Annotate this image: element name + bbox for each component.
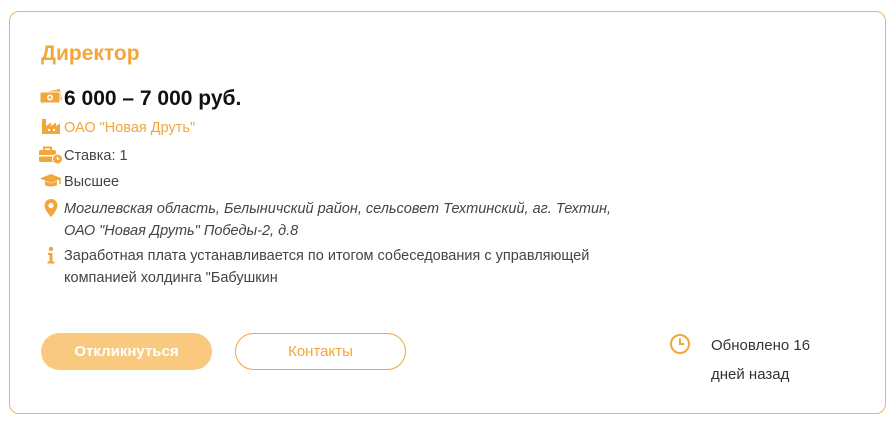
rate-row: Ставка: 1 [38, 145, 128, 167]
contacts-button[interactable]: Контакты [235, 333, 406, 370]
company-link[interactable]: ОАО "Новая Друть" [64, 117, 195, 139]
education-text: Высшее [64, 174, 120, 190]
apply-button[interactable]: Откликнуться [41, 333, 212, 370]
vacancy-title[interactable]: Директор [41, 42, 140, 66]
note-text: Заработная плата устанавливается по итог… [64, 245, 589, 289]
address-text: Могилевская область, Белыничский район, … [64, 198, 611, 242]
salary-row: 6 000 – 7 000 руб. [38, 87, 241, 111]
rate-text: Ставка: 1 [64, 148, 128, 164]
updated-line: дней назад [711, 366, 790, 383]
updated-text: Обновлено 16 дней назад [711, 331, 810, 389]
address-row: Могилевская область, Белыничский район, … [38, 198, 611, 242]
updated-line: Обновлено 16 [711, 337, 811, 354]
money-icon [38, 87, 64, 105]
address-line: Могилевская область, Белыничский район, … [64, 201, 612, 217]
updated-info: Обновлено 16 дней назад [669, 331, 810, 389]
note-line: Заработная плата устанавливается по итог… [64, 248, 590, 264]
note-row: Заработная плата устанавливается по итог… [38, 245, 589, 289]
map-pin-icon [38, 198, 64, 218]
info-icon [38, 245, 64, 265]
briefcase-clock-icon [38, 145, 64, 165]
address-line: ОАО "Новая Друть" Победы-2, д.8 [64, 223, 299, 239]
salary-value: 6 000 – 7 000 руб. [64, 87, 242, 110]
vacancy-card: Директор 6 000 – 7 000 руб. ОАО "Новая Д… [9, 11, 886, 414]
education-row: Высшее [38, 171, 119, 193]
note-line: компанией холдинга "Бабушкин [64, 270, 278, 286]
clock-icon [669, 333, 691, 360]
graduation-cap-icon [38, 171, 64, 189]
company-row: ОАО "Новая Друть" [38, 117, 195, 139]
factory-icon [38, 117, 64, 135]
